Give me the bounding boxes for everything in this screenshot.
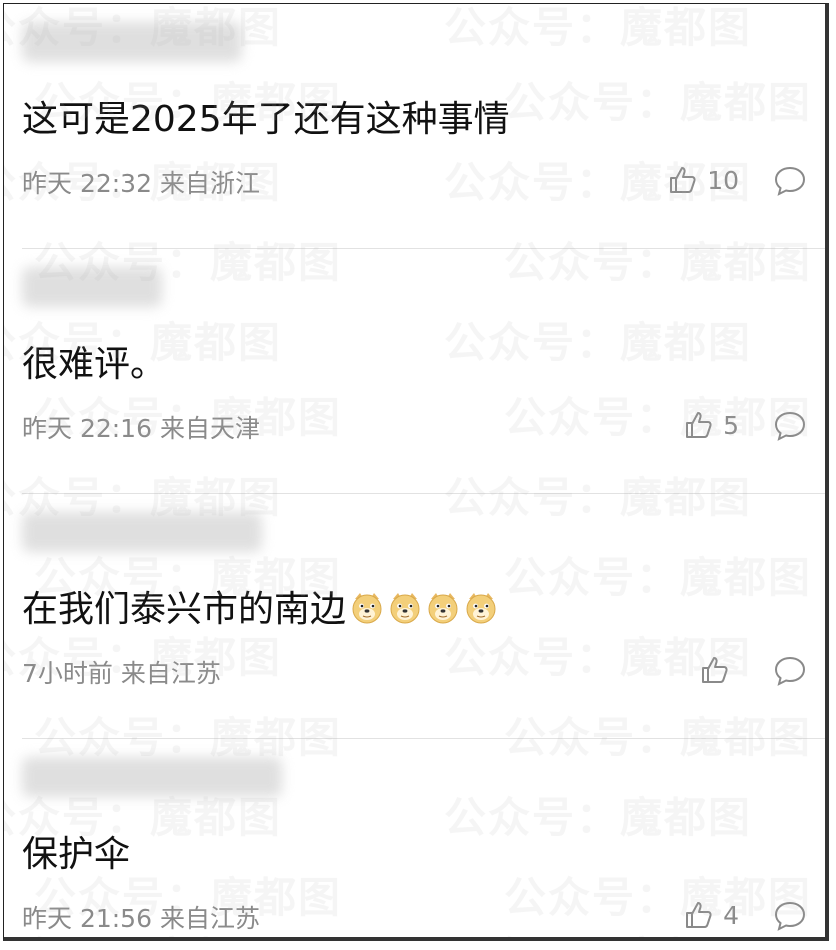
doge-emoji-icon (352, 592, 382, 623)
username-blurred[interactable] (22, 22, 242, 62)
comment-meta: 7小时前 来自江苏 (22, 659, 221, 688)
like-button[interactable]: 5 (683, 409, 739, 441)
comment-meta: 昨天 22:16 来自天津 (22, 414, 260, 443)
comment-meta: 昨天 22:32 来自浙江 (22, 169, 260, 198)
comment-bubble-icon[interactable] (773, 654, 807, 688)
doge-emoji-icon (466, 592, 496, 623)
comment-bubble-icon[interactable] (773, 164, 807, 198)
thumbs-up-icon (670, 167, 696, 193)
like-button[interactable]: 10 (667, 164, 739, 196)
like-count: 4 (723, 900, 739, 930)
thumbs-up-icon (686, 412, 712, 438)
comment-meta: 昨天 21:56 来自江苏 (22, 904, 260, 933)
thumbs-up-icon (702, 657, 728, 683)
comment-text: 这可是2025年了还有这种事情 (22, 99, 510, 140)
comment-bubble-icon[interactable] (773, 899, 807, 933)
comment-item: 这可是2025年了还有这种事情 昨天 22:32 来自浙江 10 (4, 4, 825, 249)
thumbs-up-icon (686, 902, 712, 928)
comment-text: 在我们泰兴市的南边 (22, 589, 347, 630)
comment-text-row: 在我们泰兴市的南边 (22, 580, 498, 632)
comment-bubble-icon[interactable] (773, 409, 807, 443)
like-count: 10 (707, 165, 739, 195)
username-blurred[interactable] (22, 757, 282, 797)
doge-emoji-icon (390, 592, 420, 623)
comment-item: 保护伞 昨天 21:56 来自江苏 4 (4, 739, 825, 937)
like-button[interactable] (699, 654, 739, 686)
comment-item: 在我们泰兴市的南边 7小时前 来自江苏 (4, 494, 825, 739)
doge-emoji-icon (428, 592, 458, 623)
username-blurred[interactable] (22, 267, 162, 307)
emoji-row (346, 586, 498, 627)
comment-list: 这可是2025年了还有这种事情 昨天 22:32 来自浙江 10 很难评。 昨天… (3, 3, 829, 941)
comment-item: 很难评。 昨天 22:16 来自天津 5 (4, 249, 825, 494)
comment-text: 保护伞 (22, 834, 131, 875)
like-button[interactable]: 4 (683, 899, 739, 931)
like-count: 5 (723, 410, 739, 440)
username-blurred[interactable] (22, 512, 262, 552)
comment-text: 很难评。 (22, 344, 167, 385)
